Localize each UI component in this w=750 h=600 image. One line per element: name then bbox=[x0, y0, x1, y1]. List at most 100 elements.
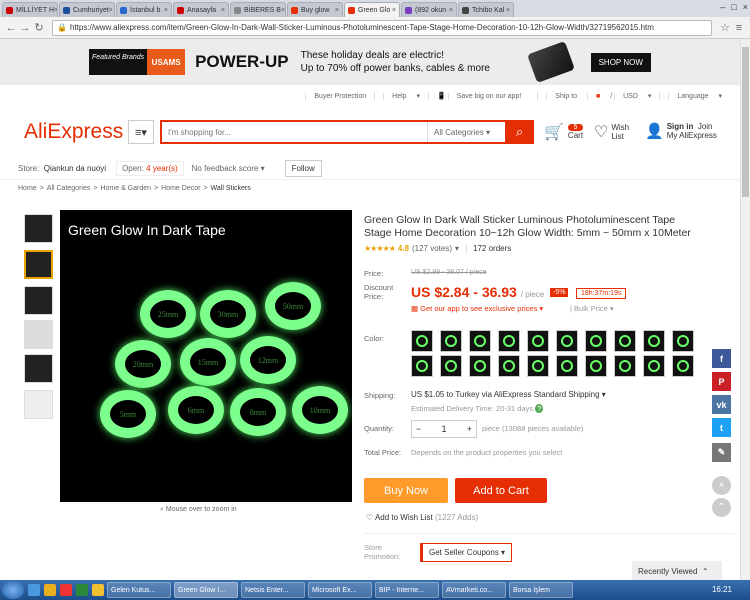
window-close-icon[interactable]: × bbox=[743, 2, 748, 12]
color-swatch[interactable] bbox=[440, 330, 462, 352]
tab-close-icon[interactable]: × bbox=[221, 7, 225, 14]
color-swatch[interactable] bbox=[411, 355, 433, 377]
color-swatch[interactable] bbox=[556, 330, 578, 352]
start-button[interactable] bbox=[2, 581, 24, 599]
thumbnail-4[interactable] bbox=[24, 320, 53, 349]
color-swatch[interactable] bbox=[585, 330, 607, 352]
taskbar-item[interactable]: Gelen Kutus... bbox=[107, 582, 171, 598]
add-to-cart-button[interactable]: Add to Cart bbox=[455, 478, 547, 503]
back-icon[interactable]: ← bbox=[4, 22, 18, 34]
add-to-wish-list-link[interactable]: ♡ Add to Wish List (1227 Adds) bbox=[366, 513, 478, 522]
tab-close-icon[interactable]: × bbox=[335, 7, 339, 14]
thumbnail-3[interactable] bbox=[24, 286, 53, 315]
scrollbar-thumb[interactable] bbox=[742, 47, 749, 197]
pinterest-icon[interactable]: P bbox=[712, 372, 731, 391]
color-swatch[interactable] bbox=[527, 330, 549, 352]
breadcrumb-link[interactable]: Wall Stickers bbox=[211, 185, 251, 192]
facebook-icon[interactable]: f bbox=[712, 349, 731, 368]
color-swatch[interactable] bbox=[527, 355, 549, 377]
color-swatch[interactable] bbox=[469, 355, 491, 377]
sign-in-link[interactable]: Sign in bbox=[667, 122, 694, 131]
color-swatch[interactable] bbox=[643, 355, 665, 377]
recently-viewed-button[interactable]: Recently Viewed ⌃ bbox=[632, 561, 722, 581]
scroll-top-icon[interactable]: ⌃ bbox=[712, 498, 731, 517]
main-product-image[interactable]: Green Glow In Dark Tape 25mm 30mm 50mm 20mm… bbox=[60, 210, 352, 502]
browser-tab[interactable]: BİBERES B × bbox=[230, 2, 286, 17]
taskbar-item[interactable]: AVmarketi.co... bbox=[442, 582, 506, 598]
media-icon[interactable] bbox=[60, 584, 72, 596]
browser-tab[interactable]: Anasayfa × bbox=[173, 2, 229, 17]
tab-close-icon[interactable]: × bbox=[54, 7, 57, 14]
follow-button[interactable]: Follow bbox=[284, 160, 322, 177]
browser-tab[interactable]: MİLLİYET H × bbox=[2, 2, 58, 17]
tab-close-icon[interactable]: × bbox=[506, 7, 510, 14]
color-swatch[interactable] bbox=[498, 330, 520, 352]
browser-tab[interactable]: Tchibo Kal × bbox=[458, 2, 514, 17]
votes-count[interactable]: (127 votes) bbox=[412, 244, 452, 253]
aliexpress-logo[interactable]: AliExpress bbox=[24, 120, 123, 144]
color-swatch[interactable] bbox=[614, 330, 636, 352]
join-link[interactable]: Join bbox=[698, 122, 713, 131]
my-aliexpress-link[interactable]: My AliExpress bbox=[667, 131, 717, 140]
breadcrumb-link[interactable]: Home bbox=[18, 185, 37, 192]
reload-icon[interactable]: ↻ bbox=[32, 21, 46, 34]
chrome-icon[interactable] bbox=[92, 584, 104, 596]
thumbnail-2[interactable] bbox=[24, 250, 53, 279]
explorer-icon[interactable] bbox=[44, 584, 56, 596]
app-deal-link[interactable]: ▦ Get our app to see exclusive prices ▾ bbox=[411, 304, 543, 313]
browser-tab[interactable]: (892 okun × bbox=[401, 2, 457, 17]
ie-icon[interactable] bbox=[28, 584, 40, 596]
increase-button[interactable]: + bbox=[467, 424, 472, 434]
color-swatch[interactable] bbox=[672, 330, 694, 352]
bulk-price-link[interactable]: | Bulk Price ▾ bbox=[570, 304, 614, 313]
search-input[interactable] bbox=[162, 127, 427, 137]
vk-icon[interactable]: vk bbox=[712, 395, 731, 414]
taskbar-item[interactable]: Borsa İşlem bbox=[509, 582, 573, 598]
taskbar-item[interactable]: Netsis Enter... bbox=[241, 582, 305, 598]
help-icon[interactable]: ? bbox=[535, 404, 544, 413]
thumbnail-1[interactable] bbox=[24, 214, 53, 243]
page-scrollbar[interactable] bbox=[740, 39, 750, 580]
breadcrumb-link[interactable]: Home Decor bbox=[161, 185, 200, 192]
get-seller-coupons-button[interactable]: Get Seller Coupons ▾ bbox=[420, 543, 513, 562]
thumbnail-6[interactable] bbox=[24, 390, 53, 419]
maximize-icon[interactable]: □ bbox=[731, 2, 736, 12]
cart-button[interactable]: 🛒 5 Cart bbox=[544, 122, 584, 142]
buyer-protection-link[interactable]: Buyer Protection bbox=[305, 92, 374, 100]
taskbar-item[interactable]: Green Glow I... bbox=[174, 582, 238, 598]
browser-tab[interactable]: İstanbul b × bbox=[116, 2, 172, 17]
store-name[interactable]: Qiankun da nuoyi bbox=[44, 164, 106, 173]
wish-list-button[interactable]: ♡ Wish List bbox=[594, 122, 629, 142]
search-button[interactable]: ⌕ bbox=[505, 120, 534, 144]
color-swatch[interactable] bbox=[614, 355, 636, 377]
color-swatch[interactable] bbox=[411, 330, 433, 352]
color-swatch[interactable] bbox=[556, 355, 578, 377]
browser-tab[interactable]: Green Glo × bbox=[344, 2, 400, 17]
feedback-score[interactable]: No feedback score ▾ bbox=[192, 164, 265, 173]
search-category-select[interactable]: All Categories ▾ bbox=[427, 122, 505, 142]
color-swatch[interactable] bbox=[469, 330, 491, 352]
breadcrumb-link[interactable]: All Categories bbox=[47, 185, 91, 192]
buy-now-button[interactable]: Buy Now bbox=[364, 478, 448, 503]
category-menu-button[interactable]: ≡▾ bbox=[128, 120, 154, 144]
color-swatch[interactable] bbox=[672, 355, 694, 377]
tab-close-icon[interactable]: × bbox=[164, 7, 168, 14]
color-swatch[interactable] bbox=[440, 355, 462, 377]
help-link[interactable]: Help ▾ bbox=[374, 92, 428, 100]
quantity-value[interactable]: 1 bbox=[441, 424, 446, 434]
shipping-selector[interactable]: US $1.05 to Turkey via AliExpress Standa… bbox=[411, 390, 606, 399]
color-swatch[interactable] bbox=[498, 355, 520, 377]
thumbnail-5[interactable] bbox=[24, 354, 53, 383]
promo-banner[interactable]: Featured Brands USAMS POWER-UP These hol… bbox=[0, 39, 740, 85]
close-icon[interactable]: × bbox=[712, 476, 731, 495]
tab-close-icon[interactable]: × bbox=[109, 7, 113, 14]
excel-icon[interactable] bbox=[76, 584, 88, 596]
ship-to-selector[interactable]: Ship to ■ / USD ▾ bbox=[537, 92, 659, 100]
color-swatch[interactable] bbox=[643, 330, 665, 352]
browser-tab[interactable]: Buy glow × bbox=[287, 2, 343, 17]
tab-close-icon[interactable]: × bbox=[281, 7, 285, 14]
decrease-button[interactable]: − bbox=[416, 424, 421, 434]
star-icon[interactable]: ☆ bbox=[718, 21, 732, 34]
shop-now-button[interactable]: SHOP NOW bbox=[590, 52, 651, 72]
tab-close-icon[interactable]: × bbox=[392, 7, 396, 14]
